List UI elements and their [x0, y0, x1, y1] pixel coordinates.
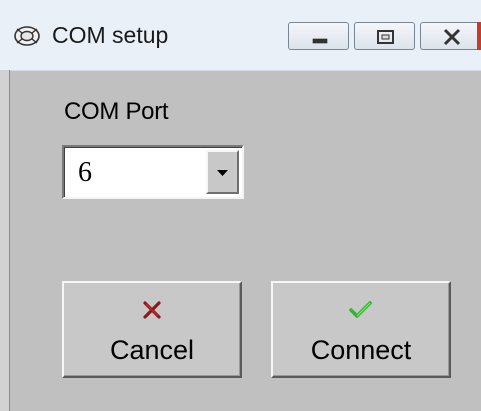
connect-button[interactable]: Connect — [271, 281, 451, 378]
maximize-button[interactable] — [354, 22, 415, 50]
close-button[interactable] — [420, 22, 481, 50]
close-button-highlight — [477, 22, 481, 50]
cancel-x-icon — [143, 301, 161, 319]
dropdown-arrow-button[interactable] — [206, 150, 239, 194]
com-setup-window: COM setup COM Port 6 Cancel Connect — [0, 0, 481, 411]
minimize-button[interactable] — [288, 22, 349, 50]
window-title: COM setup — [52, 22, 169, 48]
app-icon — [12, 24, 42, 48]
restore-icon — [377, 30, 394, 44]
checkmark-icon — [349, 301, 372, 318]
com-port-label: COM Port — [64, 98, 169, 125]
chevron-down-icon — [217, 170, 228, 176]
com-port-select[interactable]: 6 — [62, 145, 244, 199]
close-icon — [443, 28, 461, 46]
cancel-button[interactable]: Cancel — [62, 281, 242, 378]
title-bar[interactable]: COM setup — [0, 0, 481, 71]
connect-label: Connect — [310, 335, 412, 365]
cancel-label: Cancel — [109, 335, 195, 365]
window-frame — [0, 70, 10, 411]
minimize-icon — [312, 38, 328, 44]
com-port-value: 6 — [78, 157, 92, 188]
